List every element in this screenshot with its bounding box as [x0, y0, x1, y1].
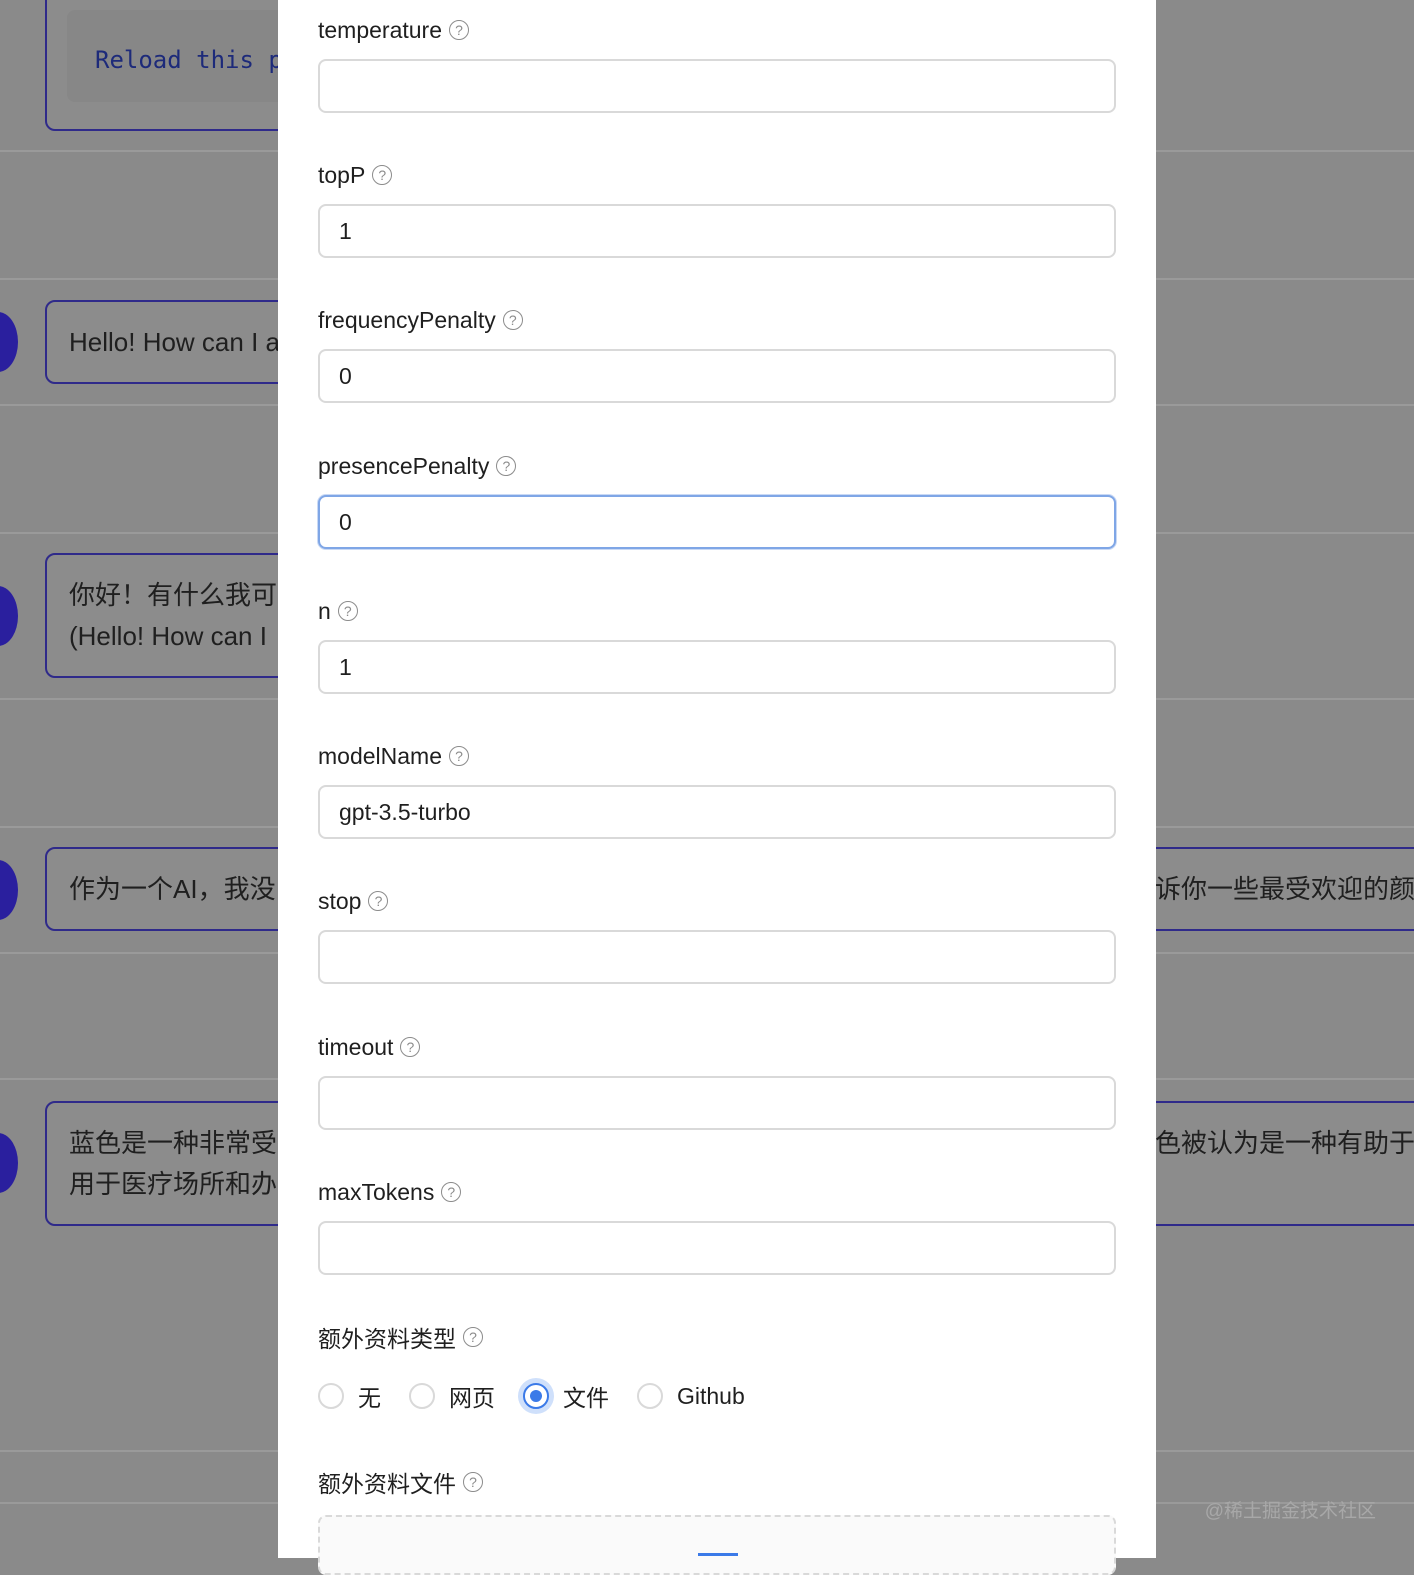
avatar: [0, 860, 18, 920]
temperature-input[interactable]: [318, 59, 1116, 113]
field-label: timeout ?: [318, 1032, 421, 1062]
help-icon[interactable]: ?: [441, 1182, 462, 1202]
settings-modal: temperature ? topP ? frequencyPenalty ? …: [278, 0, 1156, 1575]
file-upload-dropzone[interactable]: [318, 1515, 1116, 1575]
chat-bubble: Hello! How can I a: [45, 300, 305, 384]
radio-label: 网页: [449, 1385, 495, 1411]
presencePenalty-input[interactable]: [318, 495, 1116, 549]
field-label: 额外资料文件 ?: [318, 1467, 483, 1497]
field-label: presencePenalty ?: [318, 451, 517, 481]
radio-option-webpage[interactable]: 网页: [409, 1379, 495, 1413]
radio-circle[interactable]: [637, 1383, 663, 1409]
watermark: @稀土掘金技术社区: [1204, 1501, 1376, 1522]
field-label: 额外资料类型 ?: [318, 1322, 483, 1352]
field-label: stop ?: [318, 886, 389, 916]
help-icon[interactable]: ?: [463, 1472, 483, 1492]
field-label-text: frequencyPenalty: [318, 306, 496, 333]
field-label: n ?: [318, 596, 358, 626]
field-label-text: n: [318, 597, 331, 624]
field-label-text: maxTokens: [318, 1178, 435, 1205]
radio-label: 无: [358, 1385, 381, 1411]
field-label-text: modelName: [318, 742, 442, 769]
chat-bubble: 你好！有什么我可 (Hello! How can I: [45, 553, 305, 678]
bubble-text: 作为一个AI，我没: [69, 874, 276, 904]
modelName-input[interactable]: [318, 785, 1116, 839]
radio-circle[interactable]: [409, 1383, 435, 1409]
help-icon[interactable]: ?: [449, 20, 470, 40]
help-icon[interactable]: ?: [372, 165, 393, 185]
help-icon[interactable]: ?: [400, 1037, 421, 1057]
chat-bubble-code: Reload this pa: [45, 0, 305, 131]
n-input[interactable]: [318, 640, 1116, 694]
bubble-text: 蓝色是一种非常受: [69, 1128, 278, 1158]
radio-label: Github: [677, 1382, 745, 1409]
field-label-text: 额外资料类型: [318, 1326, 456, 1352]
frequencyPenalty-input[interactable]: [318, 349, 1116, 403]
maxTokens-input[interactable]: [318, 1221, 1116, 1275]
field-label-text: temperature: [318, 16, 443, 43]
help-icon[interactable]: ?: [368, 891, 389, 911]
radio-option-file[interactable]: 文件: [523, 1379, 609, 1413]
radio-label: 文件: [563, 1385, 609, 1411]
field-label: maxTokens ?: [318, 1177, 462, 1207]
bubble-text: 诉你一些最受欢迎的颜: [1155, 874, 1414, 904]
bubble-text: Hello! How can I a: [69, 327, 280, 357]
bubble-text: 色被认为是一种有助于: [1155, 1128, 1414, 1158]
field-label-text: topP: [318, 161, 366, 188]
field-label-text: stop: [318, 887, 362, 914]
timeout-input[interactable]: [318, 1076, 1116, 1130]
field-label-text: presencePenalty: [318, 452, 490, 479]
topP-input[interactable]: [318, 204, 1116, 258]
bubble-text: 你好！有什么我可: [69, 580, 278, 610]
extra-type-radio-group: 无 网页 文件 Github: [318, 1374, 773, 1418]
field-label: modelName ?: [318, 741, 469, 771]
code-block: Reload this pa: [67, 10, 303, 102]
help-icon[interactable]: ?: [337, 601, 358, 621]
bubble-text: 用于医疗场所和办: [69, 1169, 278, 1199]
radio-circle-selected[interactable]: [523, 1383, 549, 1409]
help-icon[interactable]: ?: [496, 456, 517, 476]
field-label-text: 额外资料文件: [318, 1471, 456, 1497]
field-label: topP ?: [318, 160, 393, 190]
field-label: temperature ?: [318, 15, 470, 45]
radio-circle[interactable]: [318, 1383, 344, 1409]
avatar: [0, 1133, 18, 1193]
bubble-text: (Hello! How can I: [69, 621, 267, 651]
upload-icon: [698, 1553, 738, 1556]
code-text: Reload this pa: [95, 46, 298, 74]
field-label-text: timeout: [318, 1033, 394, 1060]
help-icon[interactable]: ?: [463, 1327, 483, 1347]
radio-option-github[interactable]: Github: [637, 1383, 745, 1410]
stop-input[interactable]: [318, 930, 1116, 984]
avatar: [0, 312, 18, 372]
avatar: [0, 586, 18, 646]
help-icon[interactable]: ?: [449, 746, 469, 766]
radio-option-none[interactable]: 无: [318, 1379, 381, 1413]
help-icon[interactable]: ?: [502, 310, 523, 330]
field-label: frequencyPenalty ?: [318, 305, 523, 335]
